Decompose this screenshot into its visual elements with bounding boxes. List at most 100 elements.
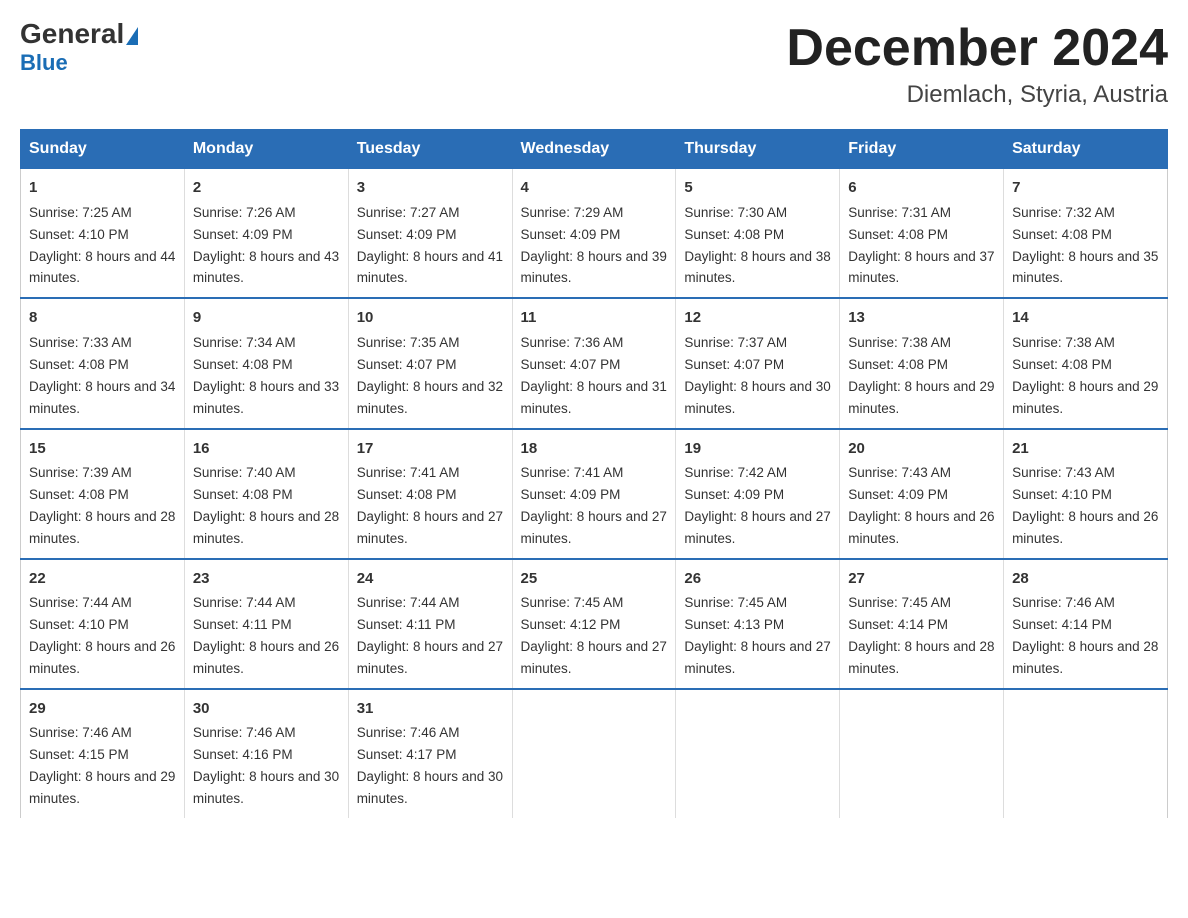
calendar-week-row: 15 Sunrise: 7:39 AMSunset: 4:08 PMDaylig… (21, 429, 1168, 559)
day-info: Sunrise: 7:45 AMSunset: 4:13 PMDaylight:… (684, 595, 830, 676)
day-info: Sunrise: 7:46 AMSunset: 4:15 PMDaylight:… (29, 725, 175, 806)
day-info: Sunrise: 7:43 AMSunset: 4:09 PMDaylight:… (848, 465, 994, 546)
header-monday: Monday (184, 130, 348, 169)
table-cell: 11 Sunrise: 7:36 AMSunset: 4:07 PMDaylig… (512, 298, 676, 428)
table-cell: 13 Sunrise: 7:38 AMSunset: 4:08 PMDaylig… (840, 298, 1004, 428)
calendar-week-row: 29 Sunrise: 7:46 AMSunset: 4:15 PMDaylig… (21, 689, 1168, 818)
table-cell (512, 689, 676, 818)
day-info: Sunrise: 7:33 AMSunset: 4:08 PMDaylight:… (29, 335, 175, 416)
day-info: Sunrise: 7:31 AMSunset: 4:08 PMDaylight:… (848, 205, 994, 286)
day-number: 2 (193, 177, 340, 200)
day-info: Sunrise: 7:32 AMSunset: 4:08 PMDaylight:… (1012, 205, 1158, 286)
day-info: Sunrise: 7:46 AMSunset: 4:14 PMDaylight:… (1012, 595, 1158, 676)
day-number: 14 (1012, 307, 1159, 330)
table-cell: 2 Sunrise: 7:26 AMSunset: 4:09 PMDayligh… (184, 169, 348, 299)
day-number: 12 (684, 307, 831, 330)
day-number: 26 (684, 568, 831, 591)
day-info: Sunrise: 7:43 AMSunset: 4:10 PMDaylight:… (1012, 465, 1158, 546)
table-cell: 21 Sunrise: 7:43 AMSunset: 4:10 PMDaylig… (1004, 429, 1168, 559)
calendar-table: Sunday Monday Tuesday Wednesday Thursday… (20, 129, 1168, 818)
day-info: Sunrise: 7:35 AMSunset: 4:07 PMDaylight:… (357, 335, 503, 416)
table-cell: 8 Sunrise: 7:33 AMSunset: 4:08 PMDayligh… (21, 298, 185, 428)
day-number: 27 (848, 568, 995, 591)
day-number: 9 (193, 307, 340, 330)
header-wednesday: Wednesday (512, 130, 676, 169)
table-cell: 29 Sunrise: 7:46 AMSunset: 4:15 PMDaylig… (21, 689, 185, 818)
day-info: Sunrise: 7:30 AMSunset: 4:08 PMDaylight:… (684, 205, 830, 286)
day-number: 28 (1012, 568, 1159, 591)
day-number: 17 (357, 438, 504, 461)
day-number: 20 (848, 438, 995, 461)
table-cell: 25 Sunrise: 7:45 AMSunset: 4:12 PMDaylig… (512, 559, 676, 689)
calendar-week-row: 1 Sunrise: 7:25 AMSunset: 4:10 PMDayligh… (21, 169, 1168, 299)
table-cell: 31 Sunrise: 7:46 AMSunset: 4:17 PMDaylig… (348, 689, 512, 818)
page-subtitle: Diemlach, Styria, Austria (786, 81, 1168, 109)
day-number: 30 (193, 698, 340, 721)
day-number: 16 (193, 438, 340, 461)
table-cell: 23 Sunrise: 7:44 AMSunset: 4:11 PMDaylig… (184, 559, 348, 689)
day-info: Sunrise: 7:29 AMSunset: 4:09 PMDaylight:… (521, 205, 667, 286)
table-cell: 14 Sunrise: 7:38 AMSunset: 4:08 PMDaylig… (1004, 298, 1168, 428)
table-cell: 17 Sunrise: 7:41 AMSunset: 4:08 PMDaylig… (348, 429, 512, 559)
calendar-week-row: 8 Sunrise: 7:33 AMSunset: 4:08 PMDayligh… (21, 298, 1168, 428)
calendar-week-row: 22 Sunrise: 7:44 AMSunset: 4:10 PMDaylig… (21, 559, 1168, 689)
day-number: 6 (848, 177, 995, 200)
day-info: Sunrise: 7:44 AMSunset: 4:11 PMDaylight:… (193, 595, 339, 676)
day-info: Sunrise: 7:45 AMSunset: 4:14 PMDaylight:… (848, 595, 994, 676)
table-cell: 3 Sunrise: 7:27 AMSunset: 4:09 PMDayligh… (348, 169, 512, 299)
table-cell: 22 Sunrise: 7:44 AMSunset: 4:10 PMDaylig… (21, 559, 185, 689)
day-info: Sunrise: 7:39 AMSunset: 4:08 PMDaylight:… (29, 465, 175, 546)
header-sunday: Sunday (21, 130, 185, 169)
header-saturday: Saturday (1004, 130, 1168, 169)
table-cell: 19 Sunrise: 7:42 AMSunset: 4:09 PMDaylig… (676, 429, 840, 559)
day-info: Sunrise: 7:38 AMSunset: 4:08 PMDaylight:… (848, 335, 994, 416)
day-info: Sunrise: 7:42 AMSunset: 4:09 PMDaylight:… (684, 465, 830, 546)
table-cell (840, 689, 1004, 818)
day-number: 29 (29, 698, 176, 721)
day-info: Sunrise: 7:25 AMSunset: 4:10 PMDaylight:… (29, 205, 175, 286)
day-info: Sunrise: 7:34 AMSunset: 4:08 PMDaylight:… (193, 335, 339, 416)
day-info: Sunrise: 7:44 AMSunset: 4:10 PMDaylight:… (29, 595, 175, 676)
table-cell: 15 Sunrise: 7:39 AMSunset: 4:08 PMDaylig… (21, 429, 185, 559)
logo: General Blue (20, 20, 138, 76)
table-cell: 26 Sunrise: 7:45 AMSunset: 4:13 PMDaylig… (676, 559, 840, 689)
table-cell: 5 Sunrise: 7:30 AMSunset: 4:08 PMDayligh… (676, 169, 840, 299)
table-cell: 27 Sunrise: 7:45 AMSunset: 4:14 PMDaylig… (840, 559, 1004, 689)
day-number: 1 (29, 177, 176, 200)
table-cell (1004, 689, 1168, 818)
table-cell: 20 Sunrise: 7:43 AMSunset: 4:09 PMDaylig… (840, 429, 1004, 559)
day-info: Sunrise: 7:27 AMSunset: 4:09 PMDaylight:… (357, 205, 503, 286)
day-number: 7 (1012, 177, 1159, 200)
day-number: 10 (357, 307, 504, 330)
day-number: 18 (521, 438, 668, 461)
table-cell: 24 Sunrise: 7:44 AMSunset: 4:11 PMDaylig… (348, 559, 512, 689)
day-number: 15 (29, 438, 176, 461)
page-title: December 2024 (786, 20, 1168, 77)
table-cell: 30 Sunrise: 7:46 AMSunset: 4:16 PMDaylig… (184, 689, 348, 818)
day-info: Sunrise: 7:45 AMSunset: 4:12 PMDaylight:… (521, 595, 667, 676)
header-thursday: Thursday (676, 130, 840, 169)
table-cell: 1 Sunrise: 7:25 AMSunset: 4:10 PMDayligh… (21, 169, 185, 299)
day-info: Sunrise: 7:41 AMSunset: 4:08 PMDaylight:… (357, 465, 503, 546)
day-info: Sunrise: 7:38 AMSunset: 4:08 PMDaylight:… (1012, 335, 1158, 416)
calendar-header-row: Sunday Monday Tuesday Wednesday Thursday… (21, 130, 1168, 169)
day-info: Sunrise: 7:36 AMSunset: 4:07 PMDaylight:… (521, 335, 667, 416)
day-info: Sunrise: 7:37 AMSunset: 4:07 PMDaylight:… (684, 335, 830, 416)
table-cell: 16 Sunrise: 7:40 AMSunset: 4:08 PMDaylig… (184, 429, 348, 559)
day-info: Sunrise: 7:40 AMSunset: 4:08 PMDaylight:… (193, 465, 339, 546)
header-friday: Friday (840, 130, 1004, 169)
day-number: 24 (357, 568, 504, 591)
day-info: Sunrise: 7:46 AMSunset: 4:17 PMDaylight:… (357, 725, 503, 806)
table-cell: 9 Sunrise: 7:34 AMSunset: 4:08 PMDayligh… (184, 298, 348, 428)
day-info: Sunrise: 7:41 AMSunset: 4:09 PMDaylight:… (521, 465, 667, 546)
day-number: 3 (357, 177, 504, 200)
day-info: Sunrise: 7:44 AMSunset: 4:11 PMDaylight:… (357, 595, 503, 676)
table-cell: 12 Sunrise: 7:37 AMSunset: 4:07 PMDaylig… (676, 298, 840, 428)
day-number: 13 (848, 307, 995, 330)
logo-bottom: Blue (20, 50, 68, 76)
table-cell: 6 Sunrise: 7:31 AMSunset: 4:08 PMDayligh… (840, 169, 1004, 299)
table-cell: 7 Sunrise: 7:32 AMSunset: 4:08 PMDayligh… (1004, 169, 1168, 299)
day-number: 8 (29, 307, 176, 330)
day-number: 31 (357, 698, 504, 721)
table-cell: 10 Sunrise: 7:35 AMSunset: 4:07 PMDaylig… (348, 298, 512, 428)
